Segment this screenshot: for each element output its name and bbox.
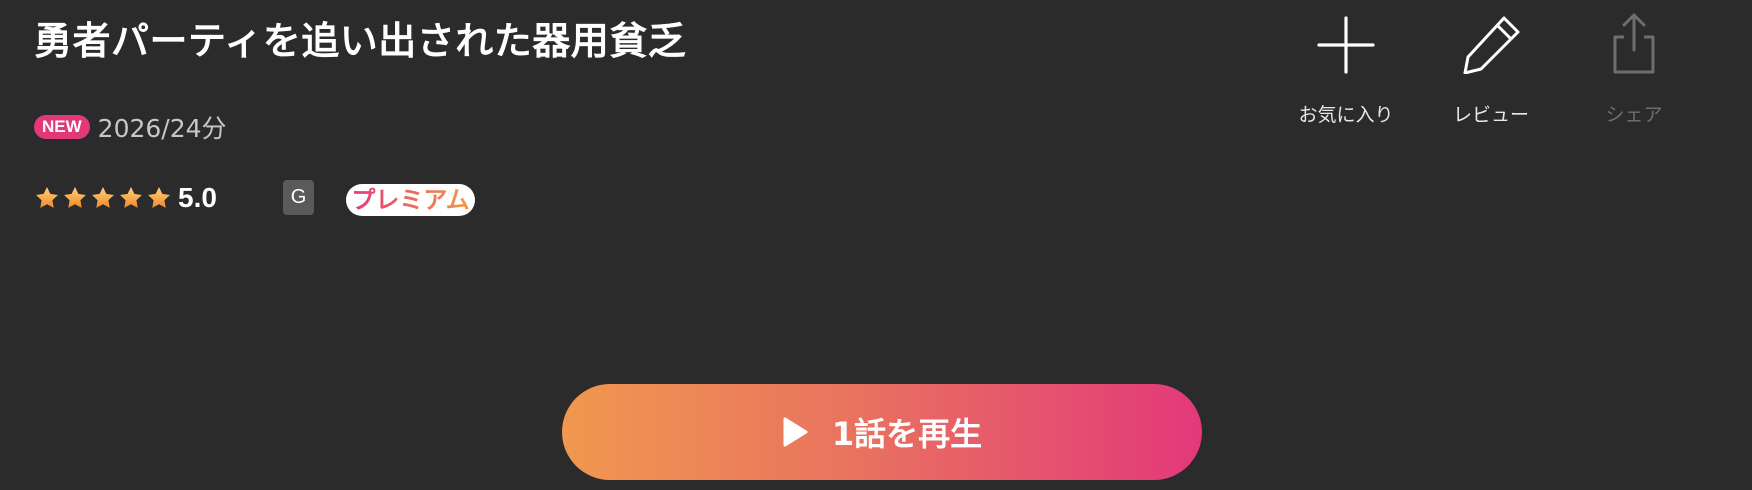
- play-icon: [783, 417, 808, 447]
- review-button[interactable]: レビュー: [1421, 12, 1561, 127]
- share-icon: [1613, 13, 1655, 74]
- pencil-icon: [1463, 16, 1520, 74]
- rating-value: 5.0: [178, 182, 217, 213]
- star-icon: [64, 186, 86, 208]
- star-icon: [36, 186, 58, 208]
- play-episode-button[interactable]: 1話を再生: [562, 384, 1202, 480]
- meta-row: NEW 2026/24分: [34, 110, 227, 144]
- favorite-button[interactable]: お気に入り: [1276, 12, 1416, 127]
- share-label: シェア: [1605, 104, 1663, 126]
- new-badge: NEW: [34, 115, 90, 139]
- share-button[interactable]: シェア: [1564, 12, 1704, 127]
- star-icon: [148, 186, 170, 208]
- favorite-label: お気に入り: [1298, 104, 1394, 126]
- release-info: 2026/24分: [97, 114, 227, 143]
- star-icon: [92, 186, 114, 208]
- premium-badge: プレミアム: [346, 184, 475, 216]
- play-button-label: 1話を再生: [831, 415, 983, 453]
- rating: 5.0: [34, 178, 217, 218]
- age-rating-badge: G: [283, 180, 314, 215]
- premium-label: プレミアム: [351, 186, 470, 214]
- review-label: レビュー: [1452, 104, 1529, 126]
- plus-icon: [1317, 16, 1375, 74]
- page-title: 勇者パーティを追い出された器用貧乏: [34, 19, 687, 63]
- star-icon: [120, 186, 142, 208]
